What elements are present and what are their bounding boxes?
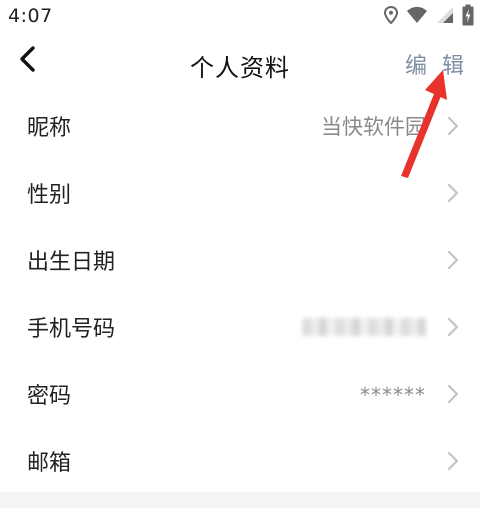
row-value: ******: [360, 382, 426, 407]
row-label: 性别: [27, 182, 72, 208]
chevron-right-icon: [446, 115, 460, 137]
status-icons: [383, 4, 474, 30]
chevron-right-icon: [446, 383, 460, 405]
row-value: 当快软件园: [321, 114, 426, 139]
blurred-phone-number: [302, 317, 426, 336]
row-birthdate[interactable]: 出生日期: [0, 226, 480, 293]
wifi-icon: [406, 6, 428, 28]
chevron-right-icon: [446, 182, 460, 204]
bottom-divider: [0, 492, 480, 508]
chevron-right-icon: [446, 316, 460, 338]
signal-icon: [436, 6, 454, 28]
status-bar: 4:07: [0, 0, 480, 34]
row-label: 手机号码: [27, 316, 116, 342]
row-password[interactable]: 密码 ******: [0, 360, 480, 427]
battery-icon: [462, 4, 474, 30]
header-bar: 个人资料 编 辑: [0, 34, 480, 90]
row-phone[interactable]: 手机号码: [0, 293, 480, 360]
chevron-right-icon: [446, 450, 460, 472]
edit-button[interactable]: 编 辑: [405, 48, 468, 80]
status-time: 4:07: [8, 5, 53, 27]
row-label: 出生日期: [27, 249, 116, 275]
row-gender[interactable]: 性别: [0, 159, 480, 226]
row-nickname[interactable]: 昵称 当快软件园: [0, 92, 480, 159]
row-label: 密码: [27, 383, 72, 409]
location-icon: [383, 5, 399, 28]
row-email[interactable]: 邮箱: [0, 427, 480, 494]
row-label: 昵称: [27, 115, 72, 141]
profile-list: 昵称 当快软件园 性别 出生日期 手机号码 密码 ****** 邮箱: [0, 92, 480, 494]
chevron-right-icon: [446, 249, 460, 271]
row-label: 邮箱: [27, 450, 72, 476]
